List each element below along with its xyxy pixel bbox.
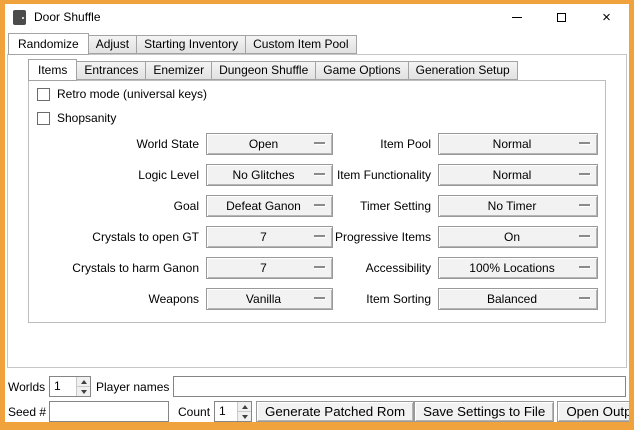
seed-row: Seed # Count 1 Generate Patched Rom Save… [8, 401, 626, 422]
count-label: Count [178, 405, 210, 419]
maximize-icon [557, 13, 566, 22]
checkbox-icon[interactable] [37, 88, 50, 101]
worlds-row: Worlds 1 Player names [8, 376, 626, 397]
timer-setting-value: No Timer [439, 196, 597, 216]
tab-items[interactable]: Items [28, 59, 77, 81]
item-sorting-select[interactable]: Balanced [438, 288, 598, 310]
progressive-items-select[interactable]: On [438, 226, 598, 248]
spinner-arrows [237, 402, 251, 421]
titlebar[interactable]: Door Shuffle × [5, 4, 629, 30]
spin-up-button[interactable] [238, 402, 251, 412]
tab-adjust[interactable]: Adjust [88, 35, 137, 54]
option-row-3: Goal Defeat Ganon Timer Setting No Timer [29, 195, 607, 217]
accessibility-select[interactable]: 100% Locations [438, 257, 598, 279]
close-icon: × [602, 10, 611, 25]
main-tabbar: Randomize Adjust Starting Inventory Cust… [8, 32, 357, 54]
retro-mode-label: Retro mode (universal keys) [57, 87, 207, 101]
item-functionality-value: Normal [439, 165, 597, 185]
seed-label: Seed # [8, 405, 49, 419]
weapons-label: Weapons [29, 288, 199, 310]
checkbox-icon[interactable] [37, 112, 50, 125]
tab-dungeon-shuffle[interactable]: Dungeon Shuffle [211, 61, 316, 80]
close-button[interactable]: × [584, 4, 629, 30]
tab-generation-setup[interactable]: Generation Setup [408, 61, 518, 80]
open-output-directory-button[interactable]: Open Output Directory [557, 401, 629, 422]
window-controls: × [494, 4, 629, 30]
option-row-5: Crystals to harm Ganon 7 Accessibility 1… [29, 257, 607, 279]
option-row-2: Logic Level No Glitches Item Functionali… [29, 164, 607, 186]
logic-level-label: Logic Level [29, 164, 199, 186]
option-row-4: Crystals to open GT 7 Progressive Items … [29, 226, 607, 248]
item-pool-select[interactable]: Normal [438, 133, 598, 155]
tab-randomize[interactable]: Randomize [8, 33, 89, 55]
arrow-down-icon [81, 390, 87, 394]
worlds-spinner[interactable]: 1 [49, 376, 91, 397]
timer-setting-select[interactable]: No Timer [438, 195, 598, 217]
spinner-arrows [76, 377, 90, 396]
items-pane: Retro mode (universal keys) Shopsanity W… [28, 80, 606, 323]
shopsanity-label: Shopsanity [57, 111, 116, 125]
dropdown-indicator-icon [579, 204, 590, 206]
save-settings-button[interactable]: Save Settings to File [414, 401, 554, 422]
arrow-up-icon [242, 405, 248, 409]
dropdown-indicator-icon [579, 142, 590, 144]
spin-down-button[interactable] [238, 412, 251, 421]
dropdown-indicator-icon [579, 297, 590, 299]
app-surface: Door Shuffle × Randomize Adjust Starting… [5, 4, 629, 422]
timer-setting-label: Timer Setting [259, 195, 431, 217]
item-sorting-label: Item Sorting [259, 288, 431, 310]
option-row-1: World State Open Item Pool Normal [29, 133, 607, 155]
generate-patched-rom-button[interactable]: Generate Patched Rom [256, 401, 414, 422]
item-pool-label: Item Pool [259, 133, 431, 155]
option-row-6: Weapons Vanilla Item Sorting Balanced [29, 288, 607, 310]
goal-label: Goal [29, 195, 199, 217]
item-sorting-value: Balanced [439, 289, 597, 309]
dropdown-indicator-icon [579, 266, 590, 268]
progressive-items-value: On [439, 227, 597, 247]
player-names-input[interactable] [173, 376, 626, 397]
app-icon [13, 10, 26, 25]
worlds-value[interactable]: 1 [50, 377, 76, 396]
count-value[interactable]: 1 [215, 402, 237, 421]
item-functionality-select[interactable]: Normal [438, 164, 598, 186]
tab-game-options[interactable]: Game Options [315, 61, 408, 80]
item-pool-value: Normal [439, 134, 597, 154]
count-spinner[interactable]: 1 [214, 401, 252, 422]
tab-starting-inventory[interactable]: Starting Inventory [136, 35, 246, 54]
shopsanity-checkbox-row[interactable]: Shopsanity [37, 110, 116, 126]
dropdown-indicator-icon [579, 235, 590, 237]
arrow-up-icon [81, 380, 87, 384]
randomize-sub-tabbar: Items Entrances Enemizer Dungeon Shuffle… [28, 58, 518, 80]
crystals-gt-label: Crystals to open GT [29, 226, 199, 248]
retro-mode-checkbox-row[interactable]: Retro mode (universal keys) [37, 86, 207, 102]
world-state-label: World State [29, 133, 199, 155]
tab-enemizer[interactable]: Enemizer [145, 61, 212, 80]
app-window: Door Shuffle × Randomize Adjust Starting… [0, 0, 634, 430]
tab-entrances[interactable]: Entrances [76, 61, 146, 80]
seed-input[interactable] [49, 401, 169, 422]
dropdown-indicator-icon [579, 173, 590, 175]
arrow-down-icon [242, 415, 248, 419]
tab-custom-item-pool[interactable]: Custom Item Pool [245, 35, 356, 54]
minimize-icon [512, 17, 522, 18]
window-title: Door Shuffle [34, 10, 101, 24]
maximize-button[interactable] [539, 4, 584, 30]
player-names-label: Player names [96, 380, 169, 394]
worlds-label: Worlds [8, 380, 49, 394]
spin-up-button[interactable] [77, 377, 90, 387]
progressive-items-label: Progressive Items [259, 226, 431, 248]
crystals-ganon-label: Crystals to harm Ganon [29, 257, 199, 279]
item-functionality-label: Item Functionality [259, 164, 431, 186]
accessibility-label: Accessibility [259, 257, 431, 279]
minimize-button[interactable] [494, 4, 539, 30]
accessibility-value: 100% Locations [439, 258, 597, 278]
spin-down-button[interactable] [77, 387, 90, 396]
